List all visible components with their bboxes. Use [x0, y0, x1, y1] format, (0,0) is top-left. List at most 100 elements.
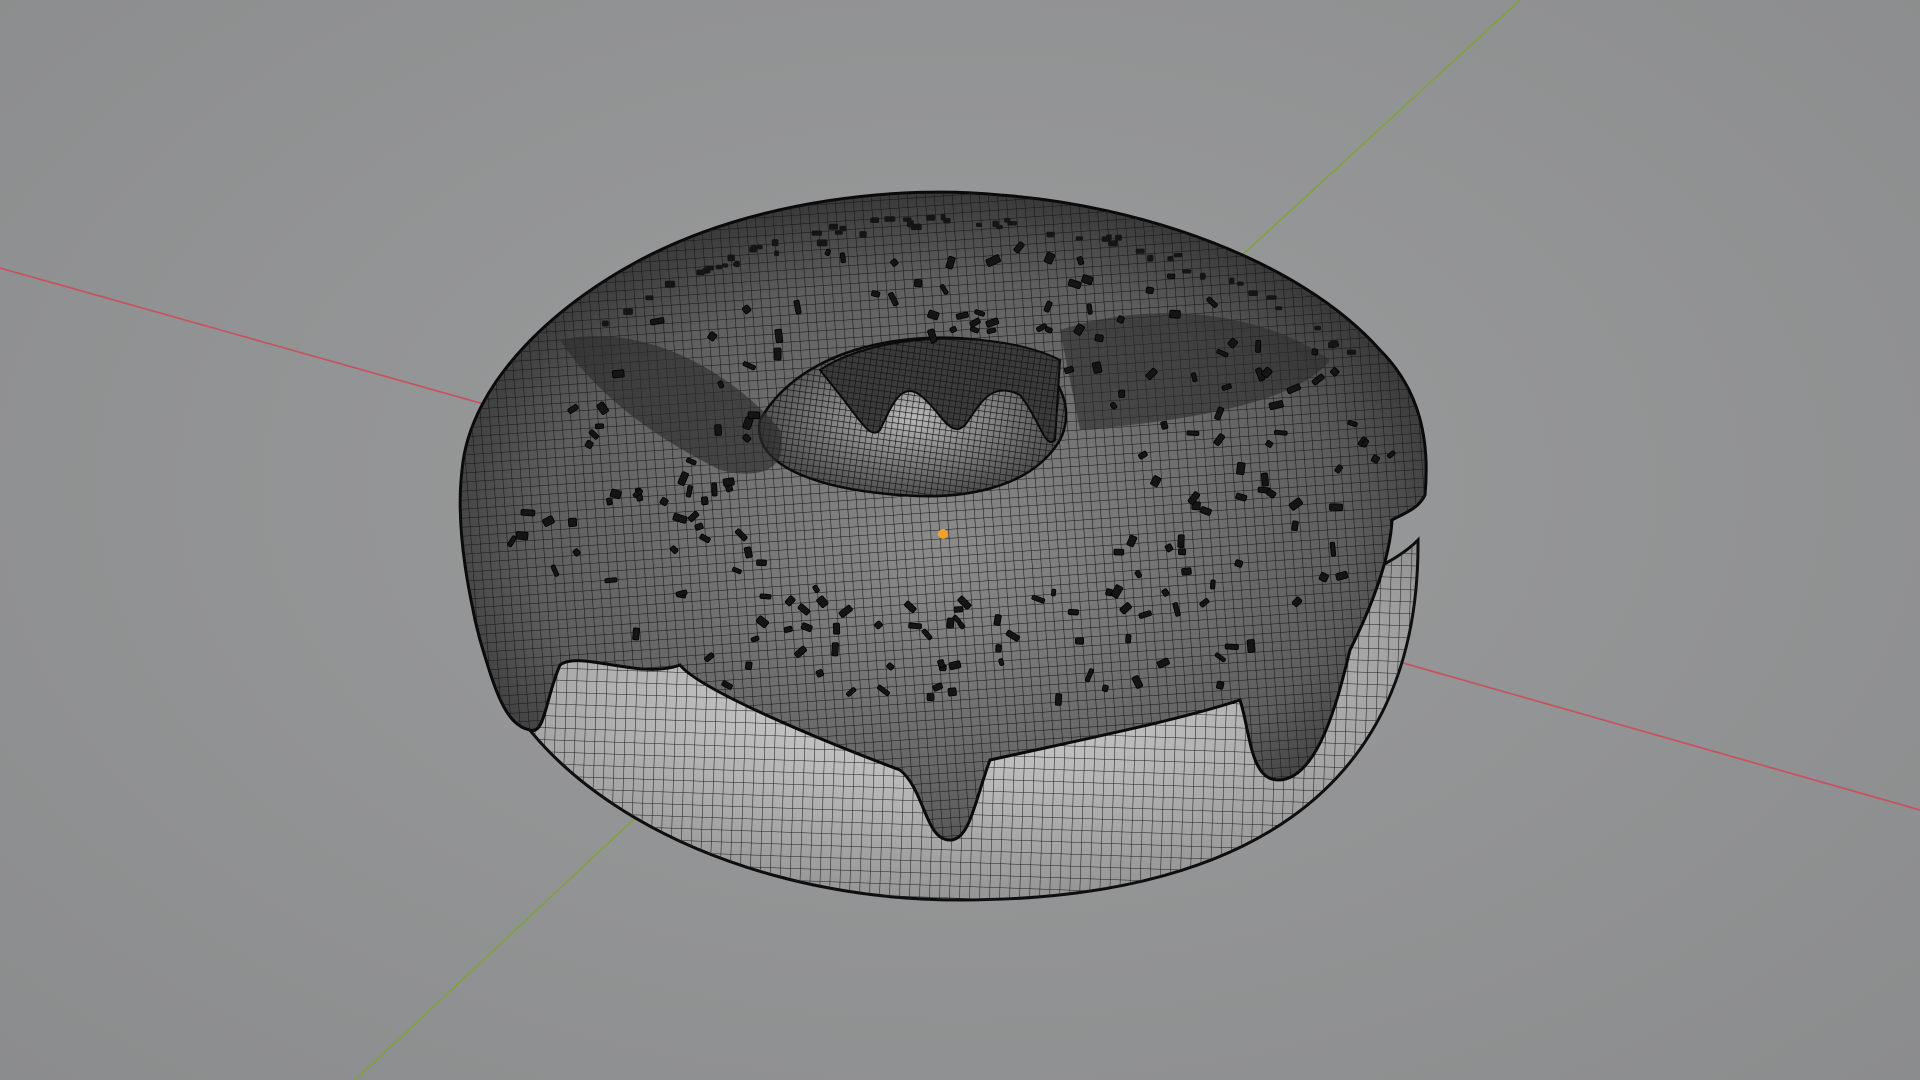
sprinkle	[759, 593, 772, 600]
3d-viewport[interactable]	[0, 0, 1920, 1080]
sprinkle	[1054, 693, 1063, 706]
sprinkle	[733, 262, 739, 267]
sprinkle	[1166, 273, 1176, 280]
sprinkle	[1147, 254, 1154, 262]
sprinkle	[623, 308, 633, 315]
sprinkle	[943, 217, 951, 224]
sprinkle	[839, 225, 847, 232]
sprinkle	[992, 220, 999, 228]
sprinkle	[1291, 520, 1299, 532]
sprinkle	[1260, 472, 1270, 487]
sprinkle	[700, 496, 709, 506]
sprinkle	[1108, 240, 1118, 247]
sprinkle	[1266, 295, 1277, 300]
sprinkle	[1007, 221, 1018, 226]
sprinkle	[839, 252, 846, 264]
sprinkle	[611, 369, 625, 379]
sprinkle	[908, 622, 922, 630]
sprinkle	[1050, 588, 1057, 597]
sprinkle	[1199, 272, 1206, 280]
sprinkle	[1067, 608, 1079, 616]
sprinkle	[995, 644, 1002, 653]
sprinkle	[711, 482, 718, 497]
sprinkle	[715, 264, 723, 270]
sprinkle	[1101, 236, 1109, 242]
viewport-scene[interactable]	[0, 0, 1920, 1080]
sprinkle	[1273, 429, 1288, 436]
sprinkle	[749, 246, 758, 253]
sprinkle	[811, 230, 822, 236]
sprinkle	[884, 216, 896, 222]
sprinkle	[1125, 634, 1132, 644]
sprinkle	[834, 230, 843, 235]
sprinkle	[1275, 306, 1283, 311]
sprinkle	[832, 622, 841, 635]
sprinkle	[1074, 637, 1085, 645]
sprinkle	[727, 254, 735, 262]
sprinkle	[1216, 680, 1225, 690]
object-origin-dot[interactable]	[938, 529, 948, 539]
sprinkle	[1182, 269, 1192, 274]
sprinkle	[1236, 281, 1244, 286]
sprinkle	[1118, 389, 1126, 398]
sprinkle	[744, 661, 753, 671]
sprinkle	[947, 687, 957, 697]
sprinkle	[1311, 348, 1319, 356]
sprinkle	[1246, 639, 1256, 653]
sprinkle	[1255, 339, 1262, 353]
sprinkle	[1086, 303, 1093, 315]
sprinkle	[774, 328, 784, 344]
sprinkle	[1101, 684, 1109, 693]
sprinkle	[1178, 548, 1187, 556]
sprinkle	[594, 423, 605, 430]
sprinkle	[1209, 579, 1216, 590]
sprinkle	[831, 642, 839, 657]
sprinkle	[520, 509, 536, 517]
sprinkle	[702, 268, 709, 274]
sprinkle	[722, 477, 735, 487]
sprinkle	[829, 223, 838, 230]
sprinkle	[1224, 643, 1239, 651]
sprinkle	[1329, 340, 1339, 347]
sprinkle	[993, 614, 1002, 627]
sprinkle	[859, 231, 867, 238]
sprinkle	[1135, 248, 1145, 254]
sprinkle	[567, 517, 578, 527]
sprinkle	[1113, 548, 1125, 556]
sprinkle	[774, 250, 780, 257]
sprinkle	[645, 295, 654, 301]
sprinkle	[1145, 286, 1155, 295]
sprinkle	[1173, 253, 1183, 258]
sprinkle	[1248, 290, 1258, 296]
sprinkle	[953, 606, 964, 613]
sprinkle	[946, 617, 955, 629]
sprinkle	[816, 239, 828, 247]
sprinkle	[1181, 567, 1192, 576]
sprinkle	[601, 320, 609, 327]
sprinkle	[926, 215, 936, 221]
sprinkle	[870, 217, 880, 223]
sprinkle	[515, 530, 529, 541]
sprinkle	[914, 279, 923, 288]
sprinkle	[1346, 349, 1357, 355]
sprinkle	[1169, 309, 1181, 319]
sprinkle	[1167, 256, 1174, 262]
sprinkle	[926, 693, 935, 702]
sprinkle	[756, 559, 767, 567]
sprinkle	[1186, 430, 1200, 437]
sprinkle	[1329, 541, 1337, 557]
sprinkle	[606, 497, 613, 506]
sprinkle	[1314, 325, 1321, 331]
sprinkle	[1329, 503, 1343, 511]
sprinkle	[1229, 277, 1235, 285]
sprinkle	[1094, 333, 1104, 343]
sprinkle	[906, 220, 914, 228]
sprinkle	[714, 424, 722, 436]
sprinkle	[756, 244, 763, 250]
sprinkle	[1177, 534, 1185, 549]
sprinkle	[722, 263, 729, 268]
sprinkle	[747, 411, 760, 420]
sprinkle	[771, 239, 779, 247]
sprinkle	[975, 222, 983, 227]
sprinkle	[1075, 236, 1084, 241]
